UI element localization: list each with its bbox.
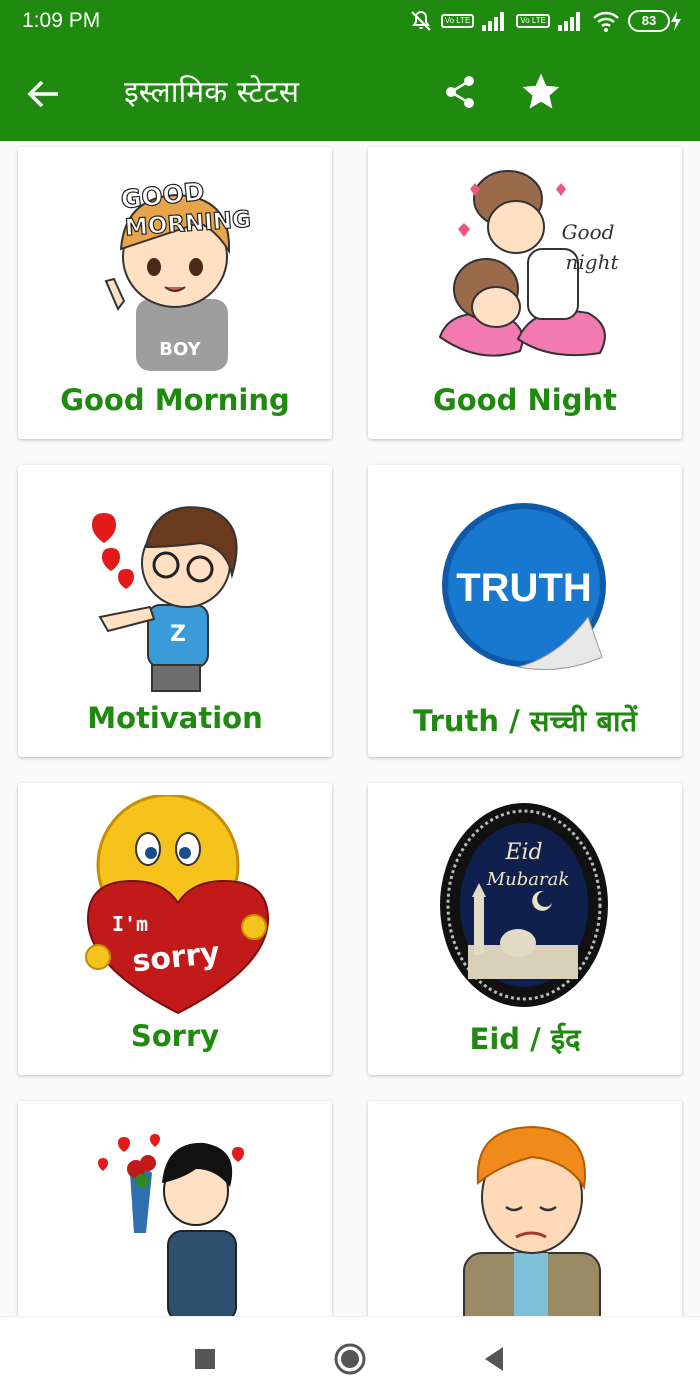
truth-sticker-illustration: TRUTH [442, 503, 606, 670]
volte-badge: Vo LTE [440, 14, 475, 28]
category-card-motivation[interactable]: Z Motivation [18, 465, 332, 757]
category-label: Good Morning [60, 383, 290, 417]
category-label: Motivation [87, 701, 263, 735]
charging-icon [671, 11, 681, 31]
star-icon[interactable] [519, 70, 563, 114]
page-title: इस्लामिक स्टेटस [124, 75, 299, 110]
category-card-sorry[interactable]: I'm sorry Sorry [18, 783, 332, 1075]
category-label: Truth / सच्ची बातें [413, 704, 637, 738]
category-card-good-night[interactable]: Good night Good Night [368, 147, 682, 439]
eid-mubarak-illustration: Eid Mubarak [440, 803, 608, 1007]
square-icon[interactable] [193, 1347, 217, 1371]
category-label: Good Night [433, 383, 617, 417]
category-grid: GOOD MORNING BOY Good Morning Good night… [0, 141, 700, 1316]
volte-badge: Vo LTE [516, 14, 550, 28]
share-icon[interactable] [440, 72, 480, 112]
status-bar: 1:09 PM Vo LTE Vo LTE 83 [0, 0, 700, 44]
motivation-illustration: Z [92, 506, 238, 692]
status-time: 1:09 PM [22, 9, 101, 32]
sorry-emoji-illustration: I'm sorry [85, 795, 270, 1015]
art-text: TRUTH [456, 566, 592, 610]
art-text: Z [170, 622, 186, 647]
art-text: I'm [112, 912, 148, 936]
circle-icon[interactable] [333, 1342, 367, 1376]
battery-indicator: 83 [628, 10, 682, 32]
sad-man-illustration [463, 1125, 601, 1316]
triangle-back-icon[interactable] [481, 1345, 507, 1373]
art-text: night [566, 250, 620, 274]
signal-icon [558, 12, 580, 31]
good-night-illustration: Good night [438, 170, 620, 357]
system-nav-bar [0, 1316, 700, 1400]
mute-icon [410, 10, 431, 31]
category-card-truth[interactable]: TRUTH Truth / सच्ची बातें [368, 465, 682, 757]
category-label: Eid / ईद [469, 1022, 581, 1056]
status-icons: Vo LTE Vo LTE 83 [409, 8, 682, 34]
boy-with-flowers-illustration [98, 1134, 244, 1316]
good-morning-illustration: GOOD MORNING BOY [104, 176, 252, 371]
battery-level: 83 [628, 10, 670, 32]
category-card-eid[interactable]: Eid Mubarak Eid / ईद [368, 783, 682, 1075]
art-text: Good [562, 220, 615, 244]
arrow-left-icon[interactable] [24, 74, 64, 114]
signal-icon [482, 12, 505, 31]
art-text: Mubarak [486, 869, 570, 890]
app-bar: इस्लामिक स्टेटस [0, 44, 700, 141]
category-card-good-morning[interactable]: GOOD MORNING BOY Good Morning [18, 147, 332, 439]
category-card-8[interactable] [368, 1101, 682, 1316]
art-text: BOY [159, 339, 201, 360]
category-card-7[interactable] [18, 1101, 332, 1316]
wifi-icon [593, 11, 619, 32]
art-text: Eid [504, 840, 542, 865]
category-label: Sorry [130, 1019, 220, 1053]
